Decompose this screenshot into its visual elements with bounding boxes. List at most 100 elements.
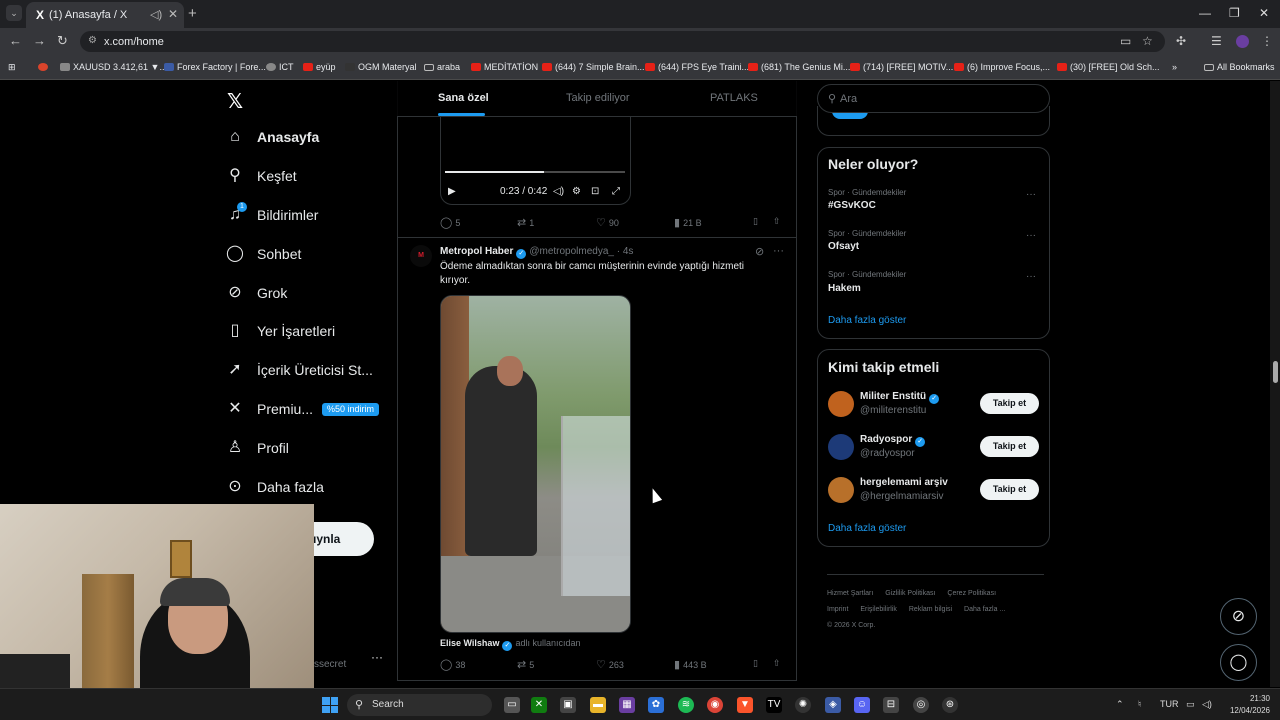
chrome-icon[interactable]: ◉ [707,697,723,713]
grok-fab-icon[interactable]: ⊘ [1220,598,1257,635]
taskbar-search[interactable]: ⚲ Search [347,694,492,716]
follow-button[interactable]: Takip et [980,393,1039,414]
menu-kebab-icon[interactable]: ⋮ [1261,34,1273,48]
bookmark-item[interactable]: OGM Materyal [345,62,417,72]
fullscreen-icon[interactable]: ⤢ [612,186,620,197]
cast-icon[interactable]: ▭ [1120,34,1131,48]
volume-icon[interactable]: ◁) [1202,699,1212,710]
volume-icon[interactable]: ◁) [553,186,564,197]
reload-icon[interactable]: ↻ [57,33,68,49]
grok-tweet-icon[interactable]: ⊘ [755,245,764,258]
wtf-show-more[interactable]: Daha fazla göster [828,523,906,534]
wtf-name[interactable]: Radyospor ✓ [860,434,928,447]
trend-item[interactable]: Hakem [828,283,861,294]
footer-link[interactable]: Daha fazla ... [964,606,1005,613]
tab-patlaks[interactable]: PATLAKS [710,92,758,104]
copilot-icon[interactable]: ✿ [648,697,664,713]
follow-button[interactable]: Takip et [980,479,1039,500]
close-window-icon[interactable]: ✕ [1259,6,1269,20]
settings-icon[interactable]: ⚙ [572,186,581,197]
bookmark-icon-only[interactable] [38,62,51,72]
store-icon[interactable]: ▣ [560,697,576,713]
extensions-icon[interactable]: ✣ [1176,34,1186,48]
tweet-more-icon[interactable]: ··· [773,245,784,257]
bookmark-item[interactable]: Forex Factory | Fore... [164,62,266,72]
trends-show-more[interactable]: Daha fazla göster [828,315,906,326]
tweet-photo[interactable] [440,295,631,633]
pip-icon[interactable]: ⊡ [591,186,599,197]
bookmark-item[interactable]: XAUUSD 3.412,61 ▼... [60,62,167,72]
retweet-button[interactable]: ⇄ 1 [517,216,534,229]
footer-link[interactable]: Imprint [827,606,848,613]
restore-icon[interactable]: ❐ [1229,6,1240,20]
bookmark-item[interactable]: MEDİTATİON [471,62,538,72]
minimize-icon[interactable]: — [1199,6,1211,20]
x-logo-icon[interactable]: 𝕏 [227,89,243,114]
discord-icon[interactable]: ☺ [854,697,870,713]
forward-icon[interactable]: → [33,33,46,48]
search-box[interactable]: ⚲ Ara [817,84,1050,113]
bookmark-item[interactable]: (30) [FREE] Old Sch... [1057,62,1160,72]
tweet-author-handle[interactable]: @metropolmedya_ [529,246,614,257]
attribution-name[interactable]: Elise Wilshaw [440,638,499,648]
app2-icon[interactable]: ◈ [825,697,841,713]
share-icon[interactable]: ⇧ [773,658,781,669]
footer-link[interactable]: Çerez Politikası [947,590,996,597]
like-button[interactable]: ♡ 263 [596,658,624,671]
tray-overflow-icon[interactable]: ⌃ [1116,699,1124,710]
page-scrollbar[interactable] [1270,81,1280,687]
new-tab-button[interactable]: + [188,5,197,22]
bookmark-item[interactable]: (714) [FREE] MOTIV... [850,62,953,72]
language-indicator[interactable]: TUR [1160,699,1179,709]
like-button[interactable]: ♡ 90 [596,216,619,229]
speaker-icon[interactable]: ◁) [150,8,162,21]
bookmark-item[interactable]: ICT [266,62,294,72]
trend-item[interactable]: Ofsayt [828,241,859,252]
trend-more-icon[interactable]: ··· [1026,189,1036,200]
video-progress-bar[interactable] [445,171,625,173]
bookmark-item[interactable]: araba [424,62,460,72]
microphone-icon[interactable]: ♮ [1138,699,1141,710]
reply-button[interactable]: ◯ 5 [440,216,460,229]
bookmark-item[interactable]: eyüp [303,62,336,72]
address-bar[interactable]: ⚙ x.com/home [80,31,1165,52]
task-view-icon[interactable]: ▭ [504,697,520,713]
tweet-time[interactable]: · 4s [617,246,634,257]
avatar[interactable] [828,391,854,417]
all-bookmarks[interactable]: All Bookmarks [1204,62,1275,72]
obs-icon[interactable]: ⊛ [942,697,958,713]
tweet-author-name[interactable]: Metropol Haber [440,246,513,257]
bookmark-item[interactable]: (644) 7 Simple Brain... [542,62,645,72]
tab-for-you[interactable]: Sana özel [438,92,489,104]
clock[interactable]: 21:30 12/04/2026 [1226,693,1270,717]
avatar[interactable] [828,434,854,460]
reply-button[interactable]: ◯ 38 [440,658,465,671]
account-more-icon[interactable]: ··· [371,650,383,664]
trend-more-icon[interactable]: ··· [1026,271,1036,282]
messages-fab-icon[interactable]: ◯ [1220,644,1257,681]
chatgpt-icon[interactable]: ✺ [795,697,811,713]
app-icon[interactable]: ▦ [619,697,635,713]
bookmark-item[interactable]: (644) FPS Eye Traini... [645,62,749,72]
network-icon[interactable]: ▭ [1186,699,1195,710]
tradingview-icon[interactable]: TV [766,697,782,713]
bookmark-item[interactable]: (6) Improve Focus,... [954,62,1050,72]
bookmark-tweet-icon[interactable]: ▯ [753,216,758,227]
trend-more-icon[interactable]: ··· [1026,230,1036,241]
windows-start-icon[interactable] [322,697,338,713]
star-icon[interactable]: ☆ [1142,34,1153,48]
more-bookmarks-icon[interactable]: » [1172,62,1177,72]
tab-search-button[interactable]: ⌄ [6,5,22,21]
brave-icon[interactable]: ▼ [737,697,753,713]
footer-link[interactable]: Erişilebilirlik [860,606,897,613]
footer-link[interactable]: Hizmet Şartları [827,590,873,597]
media-icon[interactable]: ☰ [1211,34,1222,48]
app3-icon[interactable]: ⊟ [883,697,899,713]
bookmark-tweet-icon[interactable]: ▯ [753,658,758,669]
trend-item[interactable]: #GSvKOC [828,200,876,211]
avatar[interactable] [828,477,854,503]
retweet-button[interactable]: ⇄ 5 [517,658,534,671]
bookmark-item[interactable]: (681) The Genius Mi... [748,62,850,72]
share-icon[interactable]: ⇧ [773,216,781,227]
wtf-name[interactable]: hergelemami arşiv [860,477,948,488]
